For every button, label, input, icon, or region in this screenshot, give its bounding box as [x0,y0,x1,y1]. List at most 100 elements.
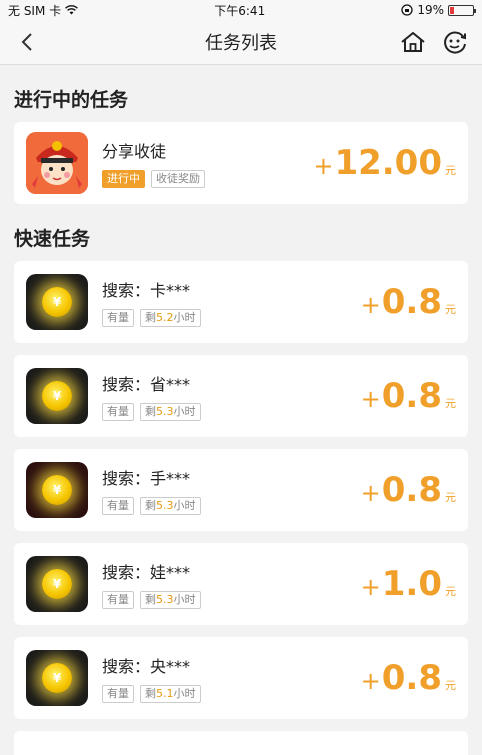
reward: + 0.8 元 [361,470,456,510]
remaining-value: 5.3 [156,499,174,512]
volume-badge: 有量 [102,497,134,515]
task-tags: 有量 剩5.3小时 [102,497,361,515]
remaining-time-badge: 剩5.3小时 [140,403,201,421]
reward-unit: 元 [445,397,456,410]
task-name: 分享收徒 [102,142,167,161]
remaining-prefix: 剩 [145,311,156,324]
quick-task-card[interactable]: ¥ 搜索：央*** 有量 剩5.1小时 + 0.8 元 [14,637,468,719]
task-info: 搜索：手*** 有量 剩5.3小时 [102,465,361,515]
quick-task-card[interactable]: ¥ 搜索：手*** 有量 剩5.3小时 + 0.8 元 [14,449,468,531]
task-thumbnail: ¥ [26,650,88,706]
task-name: 搜索：娃*** [102,563,191,582]
home-button[interactable] [400,29,426,55]
status-badge: 进行中 [102,170,145,188]
carrier-text: 无 SIM 卡 [8,3,62,18]
volume-badge: 有量 [102,591,134,609]
reward-amount: 12.00 [334,143,442,183]
reward-unit: 元 [445,491,456,504]
remaining-time-badge: 剩5.3小时 [140,591,201,609]
volume-badge: 有量 [102,309,134,327]
task-info: 搜索：省*** 有量 剩5.3小时 [102,371,361,421]
active-task-card[interactable]: 分享收徒 进行中 收徒奖励 + 12.00 元 [14,122,468,204]
task-info: 搜索：娃*** 有量 剩5.3小时 [102,559,361,609]
remaining-unit: 小时 [173,687,196,700]
back-button[interactable] [14,29,40,55]
remaining-prefix: 剩 [145,405,156,418]
remaining-unit: 小时 [173,311,196,324]
battery-percent: 19% [417,3,444,17]
remaining-time-badge: 剩5.2小时 [140,309,201,327]
task-name: 搜索：省*** [102,375,191,394]
reward-unit: 元 [445,585,456,598]
task-thumbnail: ¥ [26,274,88,330]
task-name: 搜索：卡*** [102,281,191,300]
reward-amount: 1.0 [381,564,442,604]
coin-icon: ¥ [42,287,72,317]
remaining-unit: 小时 [173,593,196,606]
reward-plus: + [360,291,381,319]
task-thumbnail: ¥ [26,368,88,424]
type-badge: 收徒奖励 [151,170,205,188]
home-icon [401,31,425,52]
task-avatar [26,132,88,194]
reward-plus: + [360,667,381,695]
reward-unit: 元 [445,303,456,316]
reward-plus: + [360,385,381,413]
wifi-icon [65,5,79,15]
volume-badge: 有量 [102,403,134,421]
reward-unit: 元 [445,679,456,692]
reward: + 0.8 元 [361,376,456,416]
quick-task-card[interactable]: ¥ 搜索：省*** 有量 剩5.3小时 + 0.8 元 [14,355,468,437]
remaining-unit: 小时 [173,499,196,512]
reward-amount: 0.8 [381,470,442,510]
nav-bar: 任务列表 [0,20,482,65]
reward-plus: + [360,479,381,507]
task-info: 搜索：央*** 有量 剩5.1小时 [102,653,361,703]
reward-plus: + [313,152,334,180]
task-info: 分享收徒 进行中 收徒奖励 [102,138,313,188]
reward-unit: 元 [445,164,456,177]
status-bar: 无 SIM 卡 下午6:41 19% [0,0,482,20]
chevron-left-icon [21,33,32,51]
service-button[interactable] [442,29,468,55]
task-name: 搜索：央*** [102,657,191,676]
remaining-value: 5.1 [156,687,174,700]
clock-text: 下午6:41 [214,3,266,18]
orientation-lock-icon [401,4,413,16]
remaining-value: 5.3 [156,405,174,418]
reward: + 0.8 元 [361,282,456,322]
reward-amount: 0.8 [381,376,442,416]
task-info: 搜索：卡*** 有量 剩5.2小时 [102,277,361,327]
task-tags: 进行中 收徒奖励 [102,170,313,188]
remaining-unit: 小时 [173,405,196,418]
coin-icon: ¥ [42,569,72,599]
remaining-time-badge: 剩5.3小时 [140,497,201,515]
task-thumbnail: ¥ [26,556,88,612]
reward-amount: 0.8 [381,658,442,698]
section-title-in-progress: 进行中的任务 [14,89,129,111]
quick-task-card[interactable]: ¥ 搜索：卡*** 有量 剩5.2小时 + 0.8 元 [14,261,468,343]
volume-badge: 有量 [102,685,134,703]
task-tags: 有量 剩5.3小时 [102,403,361,421]
remaining-time-badge: 剩5.1小时 [140,685,201,703]
reward: + 12.00 元 [313,143,456,183]
reward: + 1.0 元 [361,564,456,604]
remaining-prefix: 剩 [145,499,156,512]
task-name: 搜索：手*** [102,469,191,488]
quick-task-card-partial[interactable] [14,731,468,755]
section-title-quick: 快速任务 [14,228,91,250]
remaining-prefix: 剩 [145,687,156,700]
cartoon-character-icon [26,132,88,194]
battery-icon [447,4,476,16]
reward-plus: + [360,573,381,601]
quick-task-card[interactable]: ¥ 搜索：娃*** 有量 剩5.3小时 + 1.0 元 [14,543,468,625]
smile-refresh-icon [444,31,466,54]
reward: + 0.8 元 [361,658,456,698]
status-left: 无 SIM 卡 [8,2,79,19]
reward-amount: 0.8 [381,282,442,322]
remaining-value: 5.2 [156,311,174,324]
task-thumbnail: ¥ [26,462,88,518]
status-right: 19% [401,3,476,17]
task-tags: 有量 剩5.3小时 [102,591,361,609]
coin-icon: ¥ [42,663,72,693]
